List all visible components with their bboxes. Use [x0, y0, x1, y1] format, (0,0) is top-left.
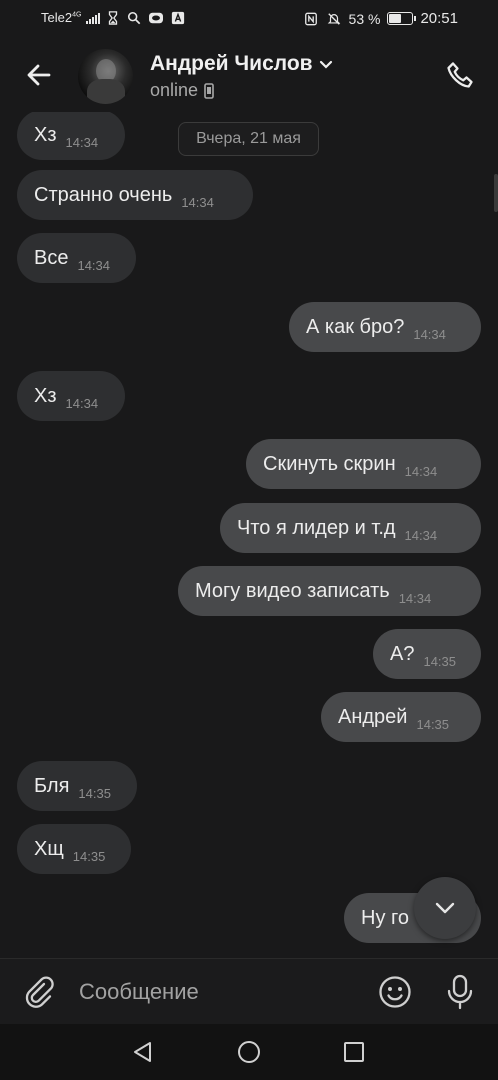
message-input[interactable] [79, 976, 359, 1008]
message-bubble[interactable]: Могу видео записать 14:34 [178, 566, 481, 616]
message-text: Хщ [34, 837, 64, 860]
message-text: А? [390, 642, 415, 665]
message-time: 14:35 [72, 848, 106, 864]
paperclip-icon[interactable] [22, 975, 56, 1009]
scroll-down-button[interactable] [414, 877, 476, 939]
hourglass-icon [109, 10, 118, 25]
message-text: Ну го [361, 906, 409, 929]
battery-percent: 53 % [348, 10, 381, 27]
message-text: Странно очень [34, 183, 173, 206]
message-bubble[interactable]: Странно очень 14:34 [17, 170, 253, 220]
message-time: 14:35 [416, 716, 450, 732]
chevron-down-icon [319, 60, 332, 69]
status-text: online [150, 80, 199, 100]
contact-status: online [150, 80, 214, 101]
message-time: 14:34 [413, 326, 446, 342]
message-bubble[interactable]: Хз 14:34 [17, 371, 125, 421]
a-icon [172, 11, 185, 24]
carrier-name: Tele2 [41, 10, 73, 25]
message-time: 14:34 [404, 527, 438, 543]
nav-home-icon[interactable] [237, 1040, 261, 1064]
message-text: Скинуть скрин [263, 452, 396, 475]
date-separator: Вчера, 21 мая [178, 122, 319, 156]
phone-device-icon [204, 82, 214, 99]
contact-name-button[interactable]: Андрей Числов [150, 52, 333, 76]
message-time: 14:34 [398, 590, 432, 606]
message-bubble[interactable]: Хщ 14:35 [17, 824, 131, 874]
chat-screen: Tele24G 53 % 20:51 Андрей Числов online [0, 0, 498, 1080]
message-text: Хз [34, 123, 57, 146]
message-composer [0, 958, 498, 1024]
message-time: 14:34 [181, 194, 214, 210]
message-bubble[interactable]: Скинуть скрин 14:34 [246, 439, 481, 489]
message-text: А как бро? [306, 315, 405, 338]
carrier-label: Tele24G [41, 10, 81, 25]
message-text: Все [34, 246, 69, 269]
message-time: 14:34 [404, 463, 438, 479]
message-bubble[interactable]: Андрей 14:35 [321, 692, 481, 742]
emoji-icon[interactable] [378, 975, 412, 1009]
phone-call-icon[interactable] [445, 60, 477, 92]
message-time: 14:35 [78, 785, 111, 801]
message-time: 14:34 [65, 134, 99, 150]
message-bubble[interactable]: Все 14:34 [17, 233, 136, 283]
back-arrow-icon[interactable] [22, 58, 56, 92]
message-text: Что я лидер и т.д [237, 516, 396, 539]
battery-icon [387, 12, 417, 25]
message-time: 14:34 [77, 257, 111, 273]
chevron-down-icon [435, 902, 455, 914]
message-list[interactable]: Хз 14:34 Вчера, 21 мая Странно очень 14:34… [0, 112, 498, 957]
system-nav-bar [0, 1024, 498, 1080]
nav-recents-icon[interactable] [343, 1041, 365, 1063]
status-bar-right: 53 % 20:51 [303, 10, 458, 27]
message-text: Хз [34, 384, 57, 407]
contact-name: Андрей Числов [150, 52, 313, 75]
nav-back-icon[interactable] [131, 1040, 155, 1064]
vpn-icon [149, 12, 164, 23]
message-text: Могу видео записать [195, 579, 390, 602]
battery-fill [389, 14, 401, 23]
clock: 20:51 [420, 10, 458, 27]
network-type: 4G [72, 11, 82, 19]
avatar[interactable] [78, 49, 133, 104]
message-time: 14:35 [423, 653, 457, 669]
message-bubble[interactable]: А? 14:35 [373, 629, 481, 679]
mute-icon [327, 12, 340, 25]
status-bar: Tele24G 53 % 20:51 [0, 0, 498, 36]
chat-header: Андрей Числов online [0, 36, 498, 116]
nfc-icon [304, 12, 317, 25]
message-bubble[interactable]: Что я лидер и т.д 14:34 [220, 503, 481, 553]
message-text: Андрей [338, 705, 408, 728]
message-bubble[interactable]: Бля 14:35 [17, 761, 137, 811]
search-icon [128, 11, 141, 24]
signal-icon [86, 12, 101, 24]
message-bubble[interactable]: Хз 14:34 [17, 112, 125, 160]
microphone-icon[interactable] [443, 974, 477, 1010]
message-time: 14:34 [65, 395, 99, 411]
message-text: Бля [34, 774, 70, 797]
status-bar-left: Tele24G [41, 10, 186, 25]
scrollbar[interactable] [494, 174, 498, 212]
message-bubble[interactable]: А как бро? 14:34 [289, 302, 481, 352]
